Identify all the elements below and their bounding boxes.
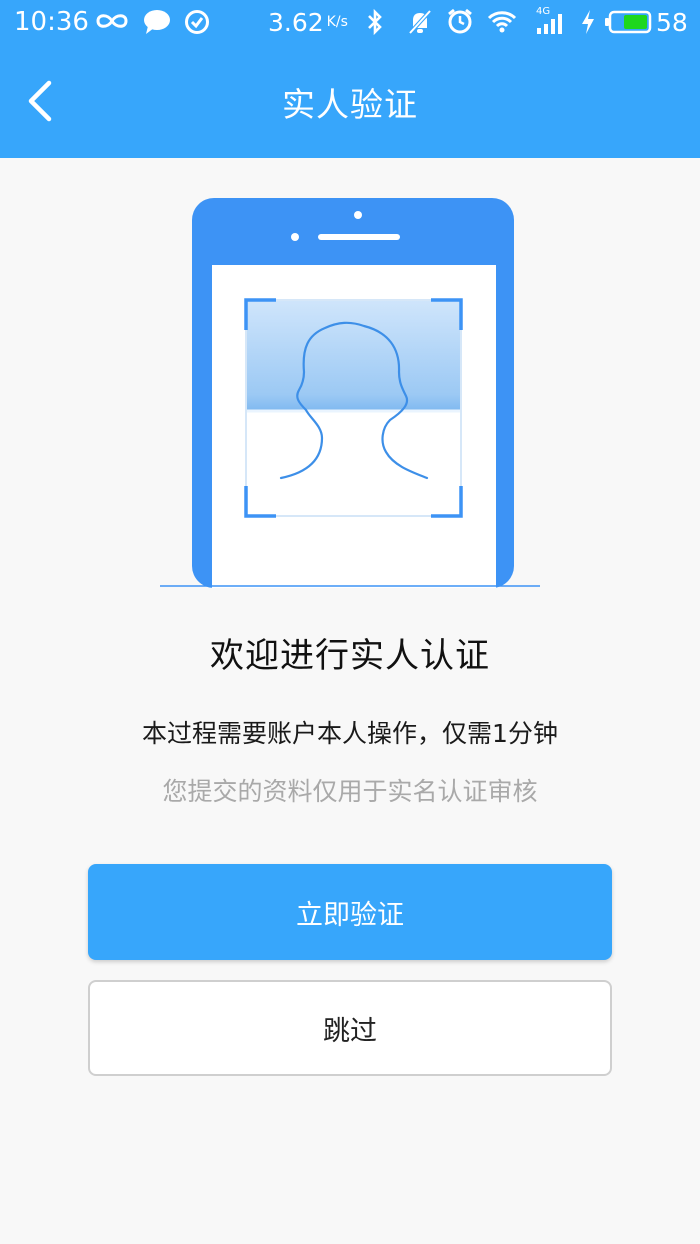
- charging-bolt-icon: [582, 10, 594, 34]
- network-speed-unit: K/s: [326, 14, 348, 30]
- privacy-note: 您提交的资料仅用于实名认证审核: [162, 777, 538, 806]
- app-bar: 10:36 3.62 K/s 4G 58 实人验证: [0, 0, 700, 158]
- skip-button[interactable]: 跳过: [88, 980, 612, 1076]
- muted-bell-icon: [408, 9, 432, 35]
- signal-icon: [537, 14, 562, 34]
- infinity-icon: [96, 14, 128, 28]
- phone-sensor-dot: [291, 233, 299, 241]
- verify-now-button[interactable]: 立即验证: [88, 864, 612, 960]
- status-bar: 10:36 3.62 K/s 4G 58: [0, 0, 700, 44]
- scan-gradient: [247, 301, 460, 411]
- face-scan-illustration: [150, 190, 550, 595]
- page-title: 实人验证: [282, 85, 418, 124]
- description-text: 本过程需要账户本人操作，仅需1分钟: [142, 719, 558, 748]
- network-speed-value: 3.62: [268, 7, 324, 37]
- status-time: 10:36: [14, 7, 89, 37]
- chat-bubble-icon: [144, 10, 170, 34]
- verify-now-label: 立即验证: [296, 899, 404, 931]
- wifi-icon: [487, 11, 517, 33]
- skip-label: 跳过: [323, 1015, 377, 1047]
- welcome-heading: 欢迎进行实人认证: [210, 636, 490, 676]
- alarm-clock-icon: [448, 8, 472, 34]
- check-circle-icon: [185, 10, 209, 34]
- status-network-speed: 3.62 K/s: [268, 0, 348, 44]
- battery-icon: [605, 10, 652, 34]
- battery-percent: 58: [656, 7, 688, 37]
- phone-camera-dot: [354, 211, 362, 219]
- title-bar: 实人验证: [0, 44, 700, 158]
- bluetooth-icon: [368, 8, 382, 36]
- phone-speaker: [318, 234, 400, 240]
